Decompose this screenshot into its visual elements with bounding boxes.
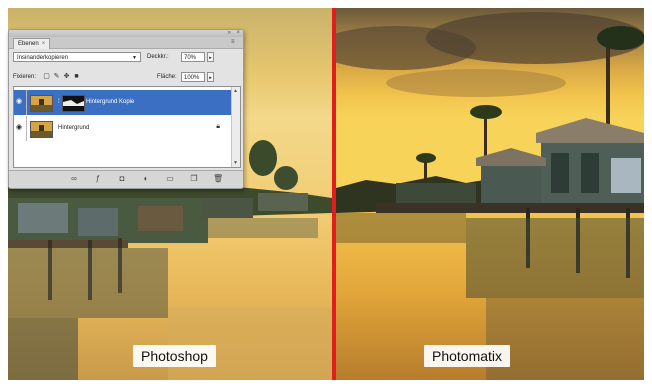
eye-icon[interactable]: ◉ <box>16 98 24 106</box>
layer-name[interactable]: Hintergrund Kopie <box>86 98 134 106</box>
tab-layers-label: Ebenen <box>18 41 39 47</box>
layer-name[interactable]: Hintergrund <box>58 124 89 132</box>
layer-row-hintergrund[interactable]: ◉ Hintergrund 🔒︎ <box>14 116 232 141</box>
fill-label: Fläche: <box>157 74 177 80</box>
eye-icon[interactable]: ◉ <box>16 124 24 132</box>
tab-layers[interactable]: Ebenen × <box>13 38 51 49</box>
scroll-up-icon[interactable]: ▲ <box>233 88 238 94</box>
layer-thumbnail <box>30 95 53 112</box>
lock-transparent-icon[interactable]: ▢ <box>43 73 50 80</box>
panel-footer-toolbar: ∞ ƒ ◘ ◐ ▭ ❐ 🗑︎ <box>9 170 243 188</box>
panel-menu-icon[interactable]: ≡ <box>231 39 239 46</box>
layers-scrollbar[interactable]: ▲ ▼ <box>231 87 240 167</box>
comparison-divider <box>332 8 336 380</box>
layers-list: ◉ ⁞ Hintergrund Kopie ◉ Hintergrund 🔒︎ ▲… <box>13 86 241 168</box>
photomatix-result-image <box>336 8 644 380</box>
new-layer-icon[interactable]: ❐ <box>189 174 199 184</box>
fill-slider-toggle[interactable]: ▸ <box>207 72 214 82</box>
chevron-down-icon: ▼ <box>132 55 137 61</box>
lock-all-icon[interactable]: ■ <box>73 73 80 80</box>
comparison-figure: Photoshop Photomatix » × Ebenen × ≡ Insin… <box>0 0 652 391</box>
close-panel-icon[interactable]: × <box>236 30 240 36</box>
layer-mask-thumbnail[interactable] <box>62 95 85 112</box>
lock-label: Fixieren: <box>13 74 37 80</box>
lock-image-icon[interactable]: ✎ <box>53 73 60 80</box>
photoshop-caption: Photoshop <box>133 345 216 367</box>
panel-title-bar[interactable]: » × <box>9 30 243 37</box>
layer-row-hintergrund-kopie[interactable]: ◉ ⁞ Hintergrund Kopie <box>14 90 232 115</box>
group-icon[interactable]: ▭ <box>165 174 175 184</box>
adjustment-icon[interactable]: ◐ <box>141 174 151 184</box>
trash-icon[interactable]: 🗑︎ <box>213 174 223 184</box>
lock-position-icon[interactable]: ✥ <box>63 73 70 80</box>
scroll-down-icon[interactable]: ▼ <box>233 160 238 166</box>
opacity-label: Deckkr.: <box>147 54 169 60</box>
fill-input[interactable]: 100% <box>181 72 205 82</box>
blend-mode-value: Insinanderkopieren <box>17 55 69 61</box>
tab-close-icon[interactable]: × <box>42 41 46 47</box>
layer-thumbnail <box>30 121 53 138</box>
divider <box>26 90 27 115</box>
blend-mode-select[interactable]: Insinanderkopieren ▼ <box>13 52 141 62</box>
link-layers-icon[interactable]: ∞ <box>69 174 79 184</box>
lock-icon: 🔒︎ <box>216 123 220 130</box>
opacity-input[interactable]: 70% <box>181 52 205 62</box>
opacity-slider-toggle[interactable]: ▸ <box>207 52 214 62</box>
mask-icon[interactable]: ◘ <box>117 174 127 184</box>
divider <box>26 116 27 141</box>
photomatix-caption: Photomatix <box>424 345 511 367</box>
layers-panel: » × Ebenen × ≡ Insinanderkopieren ▼ Deckk… <box>8 29 244 189</box>
collapse-icon[interactable]: » <box>228 30 231 36</box>
panel-tab-row: Ebenen × ≡ <box>9 37 243 49</box>
fx-icon[interactable]: ƒ <box>93 174 103 184</box>
